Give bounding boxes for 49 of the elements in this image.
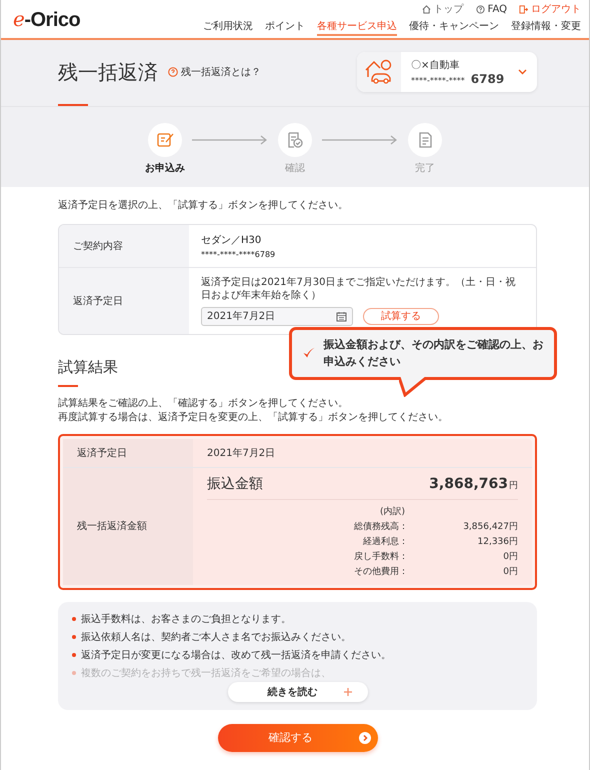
breakdown-value: 0円 [502,566,518,578]
date-field[interactable]: 2021年7月2日 [201,306,353,326]
nav-tab[interactable]: 優待・キャンペーン [409,19,499,36]
breakdown-title: (内訳) [380,506,406,518]
breakdown-value: 3,856,427円 [462,520,518,532]
currency-unit: 円 [509,480,518,490]
callout-text: 振込金額および、その内訳をご確認の上、お申込みください [323,336,544,370]
calculate-button[interactable]: 試算する [363,308,439,324]
account-card[interactable]: 〇×自動車 ****-****-**** 6789 [357,52,537,92]
date-note: 返済予定日は2021年7月30日までご指定いただけます。（土・日・祝日および年末年始を除く） [201,276,517,302]
section-title: 試算結果 [58,358,118,376]
card-number: 6789 [470,72,504,86]
nav-tab[interactable]: ポイント [265,19,305,36]
row-label: 返済予定日 [63,438,193,466]
breakdown-label: 経過利息： [362,536,408,548]
breakdown-label: その他費用： [353,566,408,578]
result-date: 2021年7月2日 [206,446,276,460]
transfer-amount: 3,868,763 [429,476,508,492]
step-label: お申込み [145,162,185,175]
utility-link[interactable]: ログアウト [519,2,581,16]
card-number-mask: ****-****-**** [411,76,465,85]
result-description: 試算結果をご確認の上、「確認する」ボタンを押してください。 再度試算する場合は、返済予定日を変更の上、「試算する」ボタンを押してください。 [58,396,449,425]
utility-link[interactable]: FAQ [476,2,507,16]
note-text: 振込依頼人名は、契約者ご本人さま名でお振込みください。 [81,630,351,644]
transfer-label: 振込金額 [207,474,263,492]
nav-tab[interactable]: 各種サービス申込 [317,19,397,36]
instruction-text: 返済予定日を選択の上、「試算する」ボタンを押してください。 [58,199,349,213]
logo[interactable]: e-Orico [13,6,80,32]
row-label: ご契約内容 [59,224,189,266]
utility-link[interactable]: トップ [422,2,464,16]
row-label: 返済予定日 [59,268,189,334]
contract-text: セダン／H30 [201,234,262,246]
nav-tab[interactable]: 登録情報・変更 [511,19,581,36]
read-more-button[interactable]: 続きを読む [228,682,368,702]
step-label: 確認 [285,162,305,175]
breakdown-label: 戻し手数料： [353,550,408,562]
page-title: 残一括返済 [58,58,158,86]
note-text: 振込手数料は、お客さまのご負担となります。 [81,612,291,626]
note-text: 返済予定日が変更になる場合は、改めて残一括返済を申請ください。 [81,648,391,662]
note-text: 複数のご契約をお持ちで残一括返済をご希望の場合は、 [81,666,331,680]
breakdown-label: 総債務残高： [353,520,408,532]
breakdown-value: 12,336円 [476,536,518,548]
breakdown-value: 0円 [502,550,518,562]
nav-tab[interactable]: ご利用状況 [203,19,253,36]
account-name: 〇×自動車 [411,58,460,72]
contract-text: ****-****-****6789 [201,250,276,258]
step-label: 完了 [415,162,435,175]
help-link[interactable]: 残一括返済とは？ [168,65,261,79]
row-label: 残一括返済金額 [63,468,193,584]
